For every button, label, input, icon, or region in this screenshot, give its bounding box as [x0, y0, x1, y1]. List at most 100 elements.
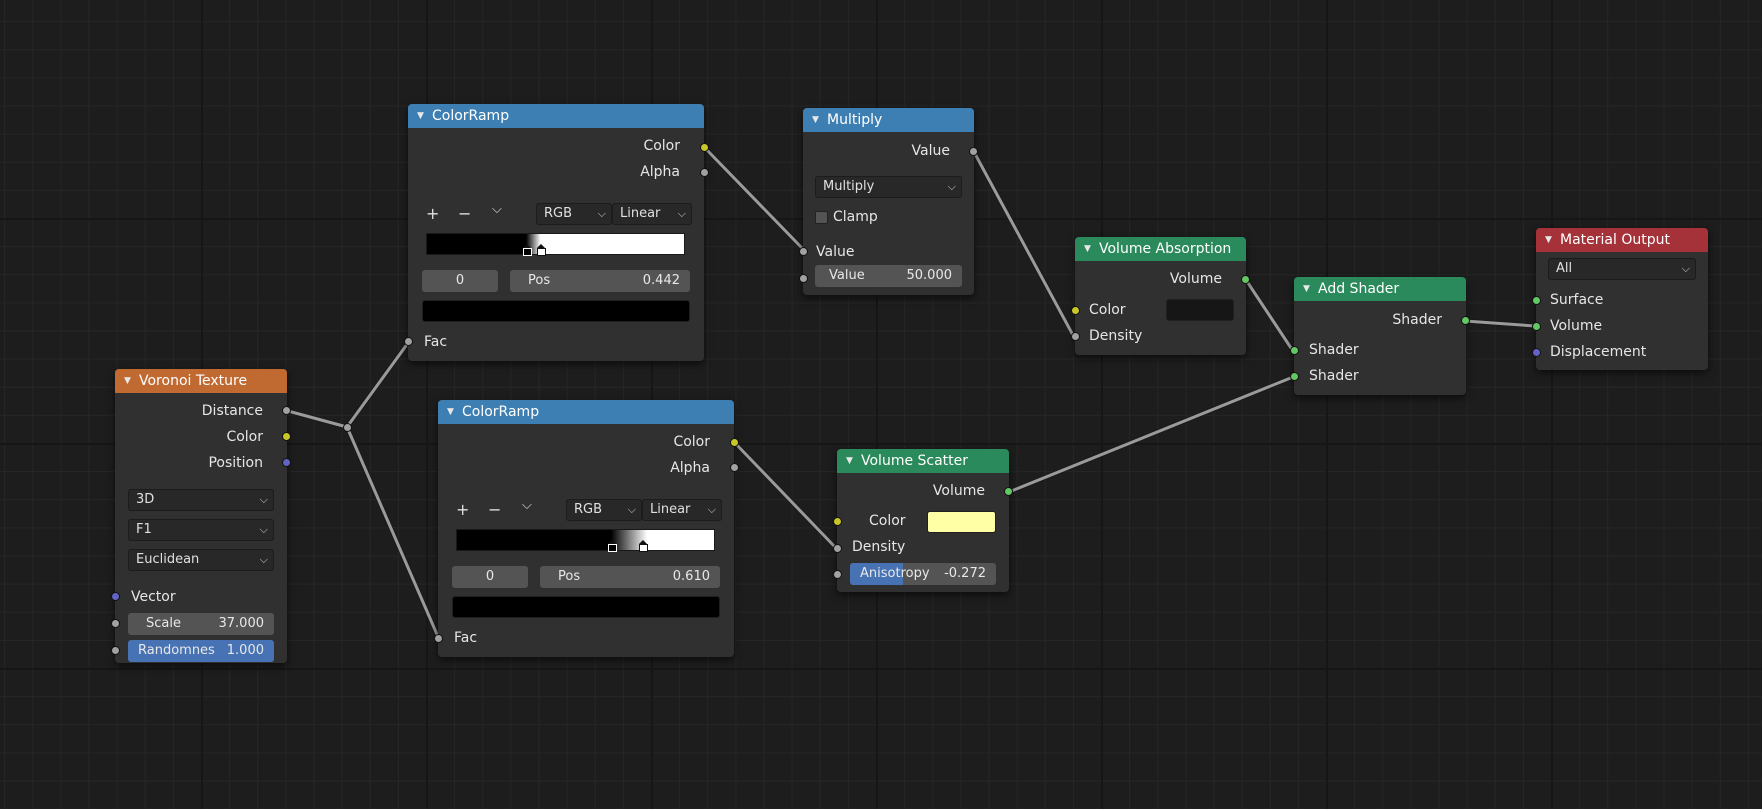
socket-alpha[interactable]: [730, 463, 739, 472]
color-mode-dropdown[interactable]: RGB ⌵: [566, 499, 642, 521]
interpolation-dropdown[interactable]: Linear ⌵: [642, 499, 722, 521]
scale-field[interactable]: Scale 37.000: [128, 613, 274, 635]
ramp-stop-black[interactable]: [608, 540, 617, 552]
randomness-label: Randomnes: [138, 643, 215, 658]
socket-distance[interactable]: [282, 406, 291, 415]
collapse-icon[interactable]: ▼: [447, 400, 454, 424]
stop-position-field[interactable]: Pos 0.610: [540, 566, 720, 588]
scatter-color-swatch[interactable]: [927, 511, 996, 533]
reroute-node[interactable]: [343, 423, 352, 432]
socket-vector[interactable]: [111, 592, 120, 601]
socket-randomness[interactable]: [111, 646, 120, 655]
socket-shader-in-2[interactable]: [1290, 372, 1299, 381]
plus-icon[interactable]: +: [456, 500, 469, 519]
target-dropdown[interactable]: All ⌵: [1548, 258, 1696, 280]
operation-dropdown[interactable]: Multiply ⌵: [815, 176, 962, 198]
socket-displacement[interactable]: [1532, 348, 1541, 357]
socket-volume-out[interactable]: [1004, 487, 1013, 496]
socket-surface[interactable]: [1532, 296, 1541, 305]
socket-value-in-1[interactable]: [799, 247, 808, 256]
material-output-node[interactable]: ▼ Material Output All ⌵ Surface Volume Di…: [1532, 228, 1708, 370]
material-output-header[interactable]: ▼ Material Output: [1536, 228, 1708, 252]
stop-color-swatch[interactable]: [452, 596, 720, 618]
value-field[interactable]: Value 50.000: [815, 265, 962, 287]
color-ramp-gradient[interactable]: [456, 529, 715, 552]
voronoi-texture-node[interactable]: ▼ Voronoi Texture Distance Color Positio…: [111, 369, 291, 663]
dimensions-dropdown[interactable]: 3D ⌵: [128, 489, 274, 511]
stop-position-field[interactable]: Pos 0.442: [510, 270, 690, 292]
ramp-stop-black[interactable]: [523, 244, 532, 256]
operation-value: Multiply: [823, 179, 875, 194]
node-title: Volume Absorption: [1099, 241, 1232, 257]
plus-icon[interactable]: +: [426, 204, 439, 223]
metric-dropdown[interactable]: Euclidean ⌵: [128, 549, 274, 571]
socket-shader-in-1[interactable]: [1290, 346, 1299, 355]
output-color-label: Color: [226, 429, 263, 445]
stop-index-field[interactable]: 0: [452, 566, 528, 588]
color-mode-dropdown[interactable]: RGB ⌵: [536, 203, 612, 225]
socket-position[interactable]: [282, 458, 291, 467]
volume-absorption-header[interactable]: ▼ Volume Absorption: [1075, 237, 1246, 261]
randomness-field[interactable]: Randomnes 1.000: [128, 640, 274, 662]
absorption-color-swatch[interactable]: [1166, 299, 1234, 321]
colorramp-node-1[interactable]: ▼ ColorRamp Color Alpha + − ⌵ RGB ⌵ Linea…: [404, 104, 709, 361]
collapse-icon[interactable]: ▼: [812, 108, 819, 132]
socket-color[interactable]: [282, 432, 291, 441]
socket-fac[interactable]: [404, 337, 413, 346]
volume-scatter-node[interactable]: ▼ Volume Scatter Volume Color Density An…: [833, 449, 1013, 592]
link-absorption-addshader: [1244, 279, 1295, 352]
anisotropy-label: Anisotropy: [860, 566, 930, 581]
socket-value-in-2[interactable]: [799, 274, 808, 283]
colorramp-node-2[interactable]: ▼ ColorRamp Color Alpha + − ⌵ RGB ⌵ Linea…: [434, 400, 739, 657]
clamp-checkbox[interactable]: [815, 211, 828, 224]
socket-density[interactable]: [833, 544, 842, 553]
feature-dropdown[interactable]: F1 ⌵: [128, 519, 274, 541]
stop-color-swatch[interactable]: [422, 300, 690, 322]
socket-density[interactable]: [1071, 332, 1080, 341]
voronoi-header[interactable]: ▼ Voronoi Texture: [115, 369, 287, 393]
chevron-down-icon[interactable]: ⌵: [522, 498, 532, 513]
minus-icon[interactable]: −: [488, 500, 501, 519]
socket-scale[interactable]: [111, 619, 120, 628]
socket-color[interactable]: [730, 438, 739, 447]
socket-volume-out[interactable]: [1241, 275, 1250, 284]
colorramp-1-header[interactable]: ▼ ColorRamp: [408, 104, 704, 128]
stop-index-field[interactable]: 0: [422, 270, 498, 292]
socket-shader-out[interactable]: [1461, 316, 1470, 325]
chevron-down-icon: ⌵: [677, 207, 686, 220]
scale-value: 37.000: [218, 616, 265, 631]
socket-anisotropy[interactable]: [833, 570, 842, 579]
colorramp-2-header[interactable]: ▼ ColorRamp: [438, 400, 734, 424]
collapse-icon[interactable]: ▼: [417, 104, 424, 128]
socket-fac[interactable]: [434, 634, 443, 643]
volume-scatter-header[interactable]: ▼ Volume Scatter: [837, 449, 1009, 473]
collapse-icon[interactable]: ▼: [124, 369, 131, 393]
ramp-stop-white[interactable]: [537, 244, 546, 256]
add-shader-node[interactable]: ▼ Add Shader Shader Shader Shader: [1290, 277, 1470, 395]
add-shader-header[interactable]: ▼ Add Shader: [1294, 277, 1466, 301]
anisotropy-field[interactable]: Anisotropy -0.272: [850, 563, 996, 585]
collapse-icon[interactable]: ▼: [1084, 237, 1091, 261]
link-addshader-volume: [1464, 319, 1536, 328]
socket-color[interactable]: [1071, 306, 1080, 315]
metric-value: Euclidean: [136, 552, 200, 567]
socket-color[interactable]: [833, 517, 842, 526]
ramp-stop-white[interactable]: [639, 540, 648, 552]
node-title: ColorRamp: [432, 108, 510, 124]
volume-absorption-node[interactable]: ▼ Volume Absorption Volume Color Density: [1071, 237, 1250, 355]
chevron-down-icon[interactable]: ⌵: [492, 202, 502, 217]
socket-value-out[interactable]: [969, 147, 978, 156]
collapse-icon[interactable]: ▼: [1545, 228, 1552, 252]
multiply-header[interactable]: ▼ Multiply: [803, 108, 974, 132]
output-volume-label: Volume: [932, 483, 985, 499]
interpolation-value: Linear: [650, 502, 691, 517]
interpolation-dropdown[interactable]: Linear ⌵: [612, 203, 692, 225]
minus-icon[interactable]: −: [458, 204, 471, 223]
color-ramp-gradient[interactable]: [426, 233, 685, 256]
socket-color[interactable]: [700, 143, 709, 152]
socket-alpha[interactable]: [700, 168, 709, 177]
collapse-icon[interactable]: ▼: [1303, 277, 1310, 301]
socket-volume[interactable]: [1532, 322, 1541, 331]
multiply-node[interactable]: ▼ Multiply Value Multiply ⌵ Clamp Value V…: [799, 108, 978, 295]
collapse-icon[interactable]: ▼: [846, 449, 853, 473]
